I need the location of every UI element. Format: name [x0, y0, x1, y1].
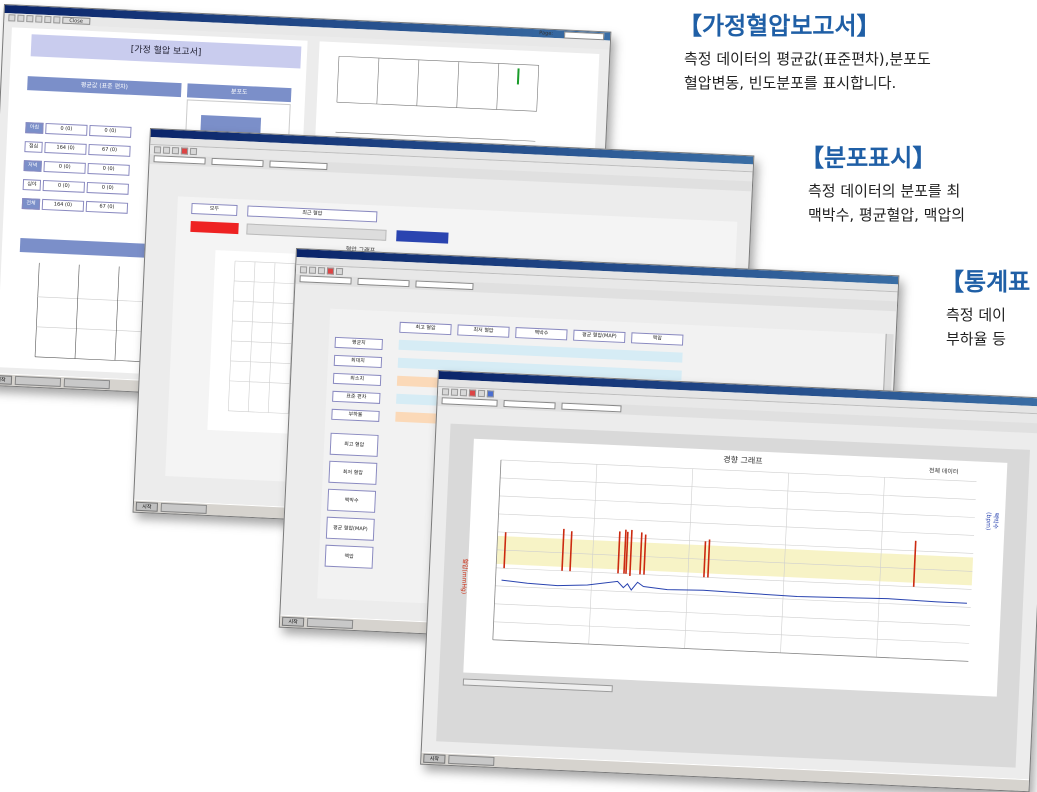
date-range-field[interactable]	[246, 223, 387, 241]
tab-all[interactable]: 모두	[191, 202, 238, 217]
report-title: [가정 혈압 보고서]	[30, 34, 302, 69]
row-label-total: 전체	[21, 198, 41, 210]
user-select[interactable]	[299, 275, 352, 285]
tab-recent[interactable]: 최근 혈압	[247, 205, 378, 223]
start-button[interactable]: 시작	[423, 753, 446, 764]
date-range-blue[interactable]	[396, 230, 449, 244]
trend-legend: 전체 데이터	[928, 467, 959, 476]
first-page-icon[interactable]	[26, 15, 34, 23]
value-morning-dia: 0 (0)	[89, 125, 132, 138]
row-label-pulse-group: 맥박수	[327, 488, 377, 513]
record-icon[interactable]	[326, 267, 335, 275]
type-select[interactable]	[561, 402, 622, 413]
row-label-sys-group: 최고 혈압	[329, 432, 379, 457]
row-label-max: 최대치	[333, 354, 383, 369]
open-icon[interactable]	[441, 388, 450, 396]
taskbar-item[interactable]	[448, 754, 495, 766]
row-label-mean: 평균치	[334, 336, 383, 351]
value-total-dia: 67 (0)	[85, 200, 129, 214]
prev-page-icon[interactable]	[35, 15, 43, 23]
report-desc-line2: 혈압변동, 빈도분포를 표시합니다.	[684, 74, 897, 92]
row-label-load: 부하율	[331, 408, 380, 422]
start-button[interactable]: 시작	[281, 616, 305, 627]
taskbar-item[interactable]	[63, 378, 111, 390]
row-label-sd: 표준 편차	[332, 390, 381, 404]
row-label-noon: 점심	[24, 141, 43, 153]
statistics-desc-line2: 부하율 등	[946, 330, 1006, 348]
chart-icon[interactable]	[189, 147, 198, 156]
value-night-sys: 0 (0)	[42, 179, 86, 193]
value-evening-sys: 0 (0)	[43, 160, 86, 174]
trend-chart-panel: 경향 그래프 전체 데이터 혈압(mmHg) 맥박수(bpm)	[459, 438, 1008, 697]
save-icon[interactable]	[308, 266, 317, 274]
value-evening-dia: 0 (0)	[87, 162, 130, 176]
row-label-dia-group: 최저 혈압	[328, 460, 378, 485]
open-icon[interactable]	[299, 266, 308, 274]
distribution-desc-line1: 측정 데이터의 분포를 최	[808, 182, 961, 200]
taskbar-item[interactable]	[160, 502, 207, 514]
close-button[interactable]: Close	[62, 16, 91, 25]
distribution-desc-line2: 맥박수, 평균혈압, 맥압의	[808, 206, 966, 224]
statistics-desc-line1: 측정 데이	[946, 306, 1006, 324]
report-desc-line1: 측정 데이터의 평균값(표준편차),분포도	[684, 50, 931, 68]
row-label-map-group: 평균 혈압(MAP)	[325, 516, 375, 541]
statistics-heading: 【통계표	[940, 268, 1031, 296]
col-header-systolic: 최고 혈압	[399, 321, 452, 336]
save-icon[interactable]	[162, 146, 171, 154]
value-total-sys: 164 (0)	[41, 198, 85, 212]
col-header-diastolic: 최저 혈압	[457, 324, 510, 338]
user-select[interactable]	[441, 397, 498, 407]
row-label-morning: 아침	[25, 122, 44, 134]
col-header-pulse: 맥박수	[515, 327, 568, 341]
trend-chart-frame: 경향 그래프 전체 데이터 혈압(mmHg) 맥박수(bpm)	[436, 423, 1030, 768]
print-icon[interactable]	[459, 389, 468, 397]
taskbar-item[interactable]	[14, 375, 62, 387]
save-icon[interactable]	[450, 388, 459, 396]
taskbar-item[interactable]	[306, 617, 354, 629]
record-icon[interactable]	[468, 389, 477, 397]
value-noon-sys: 164 (0)	[44, 141, 87, 155]
col-header-pp: 맥압	[631, 332, 684, 346]
value-noon-dia: 67 (0)	[88, 143, 131, 157]
trend-chart-svg	[492, 459, 977, 662]
chart-icon[interactable]	[335, 267, 344, 276]
print-icon[interactable]	[8, 14, 16, 22]
print-icon[interactable]	[317, 267, 326, 275]
row-label-evening: 저녁	[23, 160, 42, 172]
col-header-map: 평균 혈압(MAP)	[573, 329, 626, 344]
page-label: Page:	[539, 30, 554, 37]
chart-icon[interactable]	[477, 389, 486, 398]
period-select[interactable]	[211, 157, 264, 168]
last-page-icon[interactable]	[53, 16, 61, 24]
print-icon[interactable]	[171, 147, 180, 155]
row-label-min: 최소치	[332, 372, 382, 386]
distribution-heading: 【분포표시】	[800, 144, 937, 172]
start-button[interactable]: 시작	[135, 501, 159, 512]
open-icon[interactable]	[153, 146, 162, 154]
report-heading: 【가정혈압보고서】	[678, 12, 881, 40]
trend-window: 경향 그래프 전체 데이터 혈압(mmHg) 맥박수(bpm) 시작	[420, 370, 1037, 792]
search-icon[interactable]	[486, 390, 495, 398]
user-select[interactable]	[153, 155, 206, 165]
record-icon[interactable]	[180, 147, 189, 155]
type-select[interactable]	[269, 160, 328, 171]
y-axis-left-label: 혈압(mmHg)	[459, 558, 469, 595]
next-page-icon[interactable]	[44, 15, 52, 24]
search-icon[interactable]	[17, 14, 25, 22]
trend-chart-title: 경향 그래프	[723, 455, 763, 466]
value-morning-sys: 0 (0)	[45, 123, 88, 136]
trend-horizontal-scrollbar[interactable]	[462, 678, 613, 693]
type-select[interactable]	[415, 280, 474, 291]
date-range-red[interactable]	[190, 220, 239, 235]
period-select[interactable]	[357, 277, 410, 288]
row-label-pp-group: 맥압	[324, 544, 374, 569]
page-input[interactable]	[564, 31, 605, 41]
row-label-night: 심야	[22, 179, 42, 191]
start-button[interactable]: 시작	[0, 374, 13, 385]
y-axis-right-label: 맥박수(bpm)	[984, 511, 1000, 531]
value-night-dia: 0 (0)	[86, 181, 129, 195]
period-select[interactable]	[503, 400, 556, 410]
